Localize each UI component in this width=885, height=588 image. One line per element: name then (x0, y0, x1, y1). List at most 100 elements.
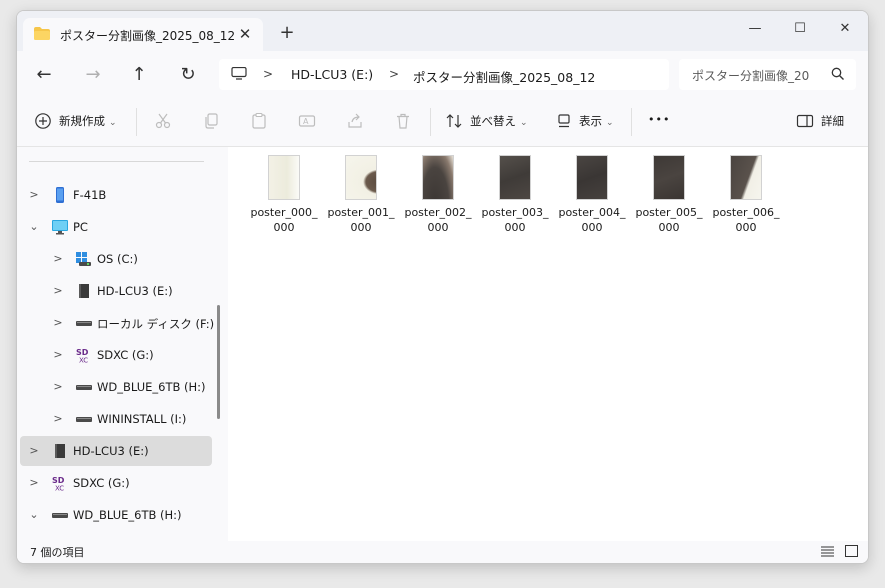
sidebar-item-label: WD_BLUE_6TB (H:) (73, 508, 182, 522)
sort-button[interactable]: 並べ替え ⌄ (470, 113, 528, 129)
close-window-button[interactable]: ✕ (823, 15, 867, 43)
file-name: poster_002_ 000 (404, 206, 472, 234)
disk-drive-icon (76, 321, 92, 326)
new-button[interactable]: 新規作成 ⌄ (59, 113, 117, 129)
file-item[interactable]: poster_001_ 000 (327, 155, 395, 235)
file-item[interactable]: poster_004_ 000 (558, 155, 626, 235)
toolbar-divider (430, 108, 431, 136)
expand-chevron-icon[interactable]: > (52, 252, 64, 265)
os-drive-icon (76, 252, 91, 266)
share-icon[interactable] (346, 112, 364, 130)
address-row: ← → ↑ ↻ > HD-LCU3 (E:) > ポスター分割画像_2025_0… (17, 51, 868, 98)
expand-chevron-icon[interactable]: > (28, 188, 40, 201)
paste-icon[interactable] (250, 112, 268, 130)
view-button[interactable]: 表示 ⌄ (579, 113, 614, 129)
maximize-button[interactable]: ☐ (778, 15, 822, 43)
disk-drive-icon (52, 513, 68, 518)
tab-current-folder[interactable]: ポスター分割画像_2025_08_12 ✕ (23, 18, 263, 51)
sidebar-item-label: WD_BLUE_6TB (H:) (97, 380, 206, 394)
file-thumbnail (499, 155, 531, 200)
sidebar-item-os-c[interactable]: > OS (C:) (20, 244, 212, 274)
delete-icon[interactable] (394, 112, 412, 130)
sidebar-item-label: PC (73, 220, 88, 234)
refresh-button[interactable]: ↻ (176, 63, 200, 87)
back-button[interactable]: ← (32, 63, 56, 87)
file-thumbnail (730, 155, 762, 200)
details-button[interactable]: 詳細 (821, 113, 844, 129)
sidebar-item-sdxc[interactable]: > SD XC SDXC (G:) (20, 340, 212, 370)
expand-chevron-icon[interactable]: > (52, 380, 64, 393)
sidebar-item-f41b[interactable]: > F-41B (20, 180, 212, 210)
new-button-label: 新規作成 (59, 114, 105, 128)
file-item[interactable]: poster_006_ 000 (712, 155, 780, 235)
file-thumbnail (422, 155, 454, 200)
disk-drive-icon (76, 385, 92, 390)
navigation-pane[interactable]: > F-41B ⌄ PC > OS (C:) > HD-LCU3 (E:) > … (17, 147, 228, 541)
details-view-icon[interactable] (821, 545, 834, 557)
search-box[interactable]: ポスター分割画像_20 (679, 59, 856, 90)
breadcrumb-drive[interactable]: HD-LCU3 (E:) (291, 67, 373, 82)
status-bar: 7 個の項目 (17, 541, 868, 563)
file-name: poster_006_ 000 (712, 206, 780, 234)
file-item[interactable]: poster_000_ 000 (250, 155, 318, 235)
file-thumbnail (653, 155, 685, 200)
expand-chevron-icon[interactable]: > (52, 284, 64, 297)
breadcrumb-separator: > (263, 67, 274, 81)
copy-icon[interactable] (202, 112, 220, 130)
search-icon[interactable] (831, 67, 845, 81)
file-list[interactable]: poster_000_ 000 poster_001_ 000 poster_002… (228, 147, 868, 541)
sidebar-item-hd-lcu3[interactable]: > HD-LCU3 (E:) (20, 276, 212, 306)
command-bar: 新規作成 ⌄ A 並べ替え ⌄ 表示 ⌄ ••• 詳細 (17, 98, 868, 147)
toolbar-divider (136, 108, 137, 136)
file-name: poster_000_ 000 (250, 206, 318, 234)
tab-title: ポスター分割画像_2025_08_12 (60, 29, 236, 43)
cut-icon[interactable] (154, 112, 172, 130)
file-name: poster_001_ 000 (327, 206, 395, 234)
sidebar-item-hd-lcu3-root[interactable]: > HD-LCU3 (E:) (20, 436, 212, 466)
file-item[interactable]: poster_003_ 000 (481, 155, 549, 235)
phone-icon (56, 187, 64, 203)
rename-icon[interactable]: A (298, 112, 316, 130)
new-tab-button[interactable]: + (276, 22, 298, 44)
file-name: poster_004_ 000 (558, 206, 626, 234)
sidebar-item-wd-blue[interactable]: > WD_BLUE_6TB (H:) (20, 372, 212, 402)
sidebar-item-local-disk-f[interactable]: > ローカル ディスク (F:) (20, 308, 214, 338)
file-name: poster_003_ 000 (481, 206, 549, 234)
sidebar-item-pc[interactable]: ⌄ PC (20, 212, 212, 242)
pc-icon (231, 67, 247, 80)
collapse-chevron-icon[interactable]: ⌄ (28, 220, 40, 233)
minimize-button[interactable]: — (733, 15, 777, 43)
sd-card-icon: SD XC (52, 476, 65, 491)
expand-chevron-icon[interactable]: > (52, 348, 64, 361)
sidebar-item-wininstall[interactable]: > WININSTALL (I:) (20, 404, 212, 434)
file-item[interactable]: poster_005_ 000 (635, 155, 703, 235)
more-options-button[interactable]: ••• (648, 113, 670, 126)
file-item[interactable]: poster_002_ 000 (404, 155, 472, 235)
expand-chevron-icon[interactable]: > (28, 476, 40, 489)
file-thumbnail (576, 155, 608, 200)
forward-button[interactable]: → (81, 63, 105, 87)
chevron-down-icon: ⌄ (109, 118, 117, 128)
sidebar-item-sdxc-root[interactable]: > SD XC SDXC (G:) (20, 468, 212, 498)
tab-close-button[interactable]: ✕ (235, 24, 255, 44)
pc-icon (52, 220, 68, 235)
sidebar-scrollbar[interactable] (217, 305, 220, 419)
sidebar-item-label: SDXC (G:) (73, 476, 130, 490)
file-thumbnail (268, 155, 300, 200)
up-button[interactable]: ↑ (127, 63, 151, 87)
file-thumbnail (345, 155, 377, 200)
expand-chevron-icon[interactable]: > (52, 316, 64, 329)
large-icons-view-icon[interactable] (845, 545, 858, 557)
sidebar-item-wd-blue-root[interactable]: ⌄ WD_BLUE_6TB (H:) (20, 500, 212, 530)
expand-chevron-icon[interactable]: > (28, 444, 40, 457)
sidebar-item-label: HD-LCU3 (E:) (73, 444, 149, 458)
collapse-chevron-icon[interactable]: ⌄ (28, 508, 40, 521)
expand-chevron-icon[interactable]: > (52, 412, 64, 425)
search-input[interactable]: ポスター分割画像_20 (692, 67, 809, 84)
breadcrumb-folder[interactable]: ポスター分割画像_2025_08_12 (413, 67, 595, 86)
sidebar-item-label: WININSTALL (I:) (97, 412, 187, 426)
new-plus-icon (35, 113, 51, 129)
address-bar[interactable]: > HD-LCU3 (E:) > ポスター分割画像_2025_08_12 (219, 59, 669, 90)
view-icon (558, 114, 570, 128)
breadcrumb-separator: > (389, 67, 400, 81)
